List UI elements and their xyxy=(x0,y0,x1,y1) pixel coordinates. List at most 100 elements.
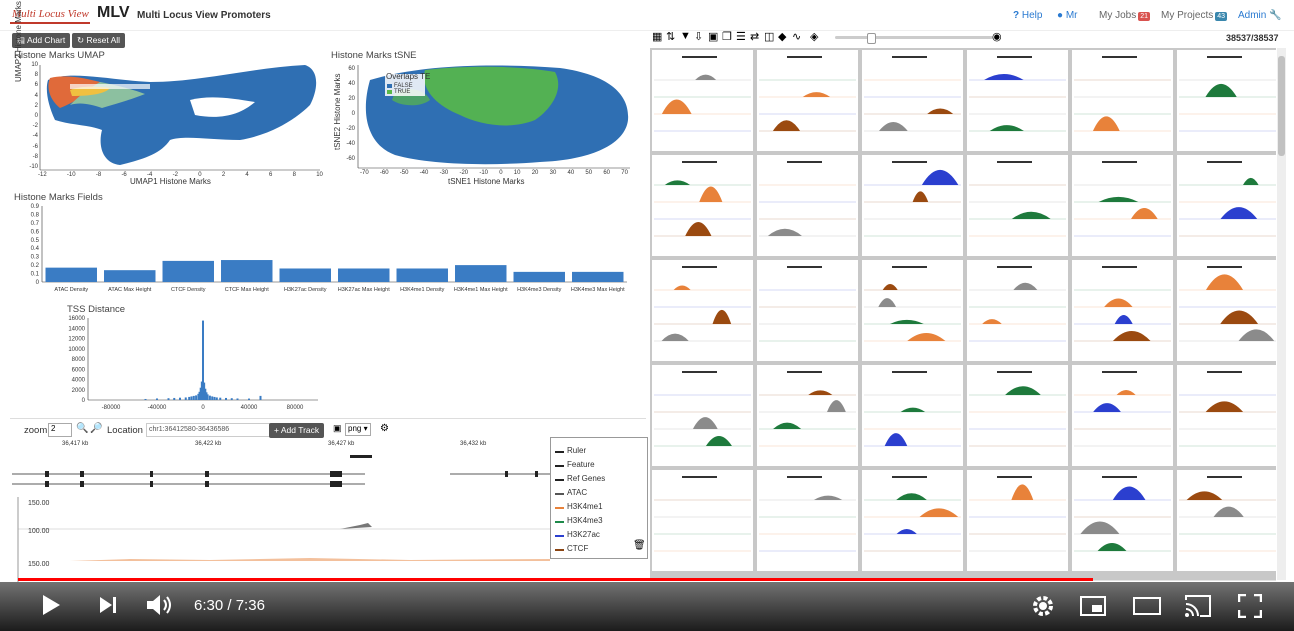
my-jobs-count: 21 xyxy=(1138,12,1151,21)
grid-thumbnail[interactable] xyxy=(862,260,963,361)
y-tick-label: 0.6 xyxy=(31,229,40,235)
grid-thumbnail[interactable] xyxy=(1177,155,1278,256)
umap-xlabel: UMAP1 Histone Marks xyxy=(130,177,211,186)
legend-item[interactable]: Ref Genes xyxy=(567,474,605,483)
grid-thumbnail[interactable] xyxy=(967,470,1068,571)
user-menu[interactable]: ● Mr xyxy=(1057,10,1078,21)
sort-icon[interactable]: ⇅ xyxy=(666,30,675,43)
palette-small-icon[interactable]: ◈ xyxy=(810,30,818,43)
grid-thumbnail[interactable] xyxy=(1072,50,1173,151)
grid-thumbnail[interactable] xyxy=(757,50,858,151)
filter-icon[interactable]: ▼ xyxy=(680,30,691,42)
legend-item[interactable]: H3K4me3 xyxy=(567,516,603,525)
add-track-button[interactable]: + Add Track xyxy=(269,423,325,438)
grid-thumbnail[interactable] xyxy=(862,50,963,151)
umap-scatter-plot[interactable] xyxy=(10,60,325,190)
grid-scrollbar[interactable] xyxy=(1277,48,1286,580)
fields-bar-chart[interactable]: 0.9 0.8 0.7 0.6 0.5 0.4 0.3 0.2 0.1 0 ATAC Density… xyxy=(10,200,635,300)
legend-item[interactable]: H3K4me1 xyxy=(567,502,603,511)
theater-mode-icon[interactable] xyxy=(1133,597,1161,620)
settings-gear-icon[interactable] xyxy=(1031,594,1055,623)
tss-histogram[interactable]: 16000 14000 12000 10000 8000 6000 4000 2000 0 -80… xyxy=(60,314,330,414)
tag-icon[interactable]: ◆ xyxy=(778,30,786,43)
tick-label: 0 xyxy=(198,172,202,178)
grid-thumbnail[interactable] xyxy=(967,50,1068,151)
browser-tracks[interactable] xyxy=(10,447,555,582)
grid-thumbnail[interactable] xyxy=(1072,260,1173,361)
settings-icon[interactable]: ⚙ xyxy=(380,423,389,434)
my-projects-link[interactable]: My Projects 43 xyxy=(1161,10,1228,21)
fullscreen-icon[interactable] xyxy=(1237,593,1263,623)
tsne-xlabel: tSNE1 Histone Marks xyxy=(448,177,525,186)
columns-icon[interactable]: ◫ xyxy=(764,30,774,43)
grid-thumbnail[interactable] xyxy=(1177,365,1278,466)
my-jobs-link[interactable]: My Jobs 21 xyxy=(1099,10,1151,21)
slider-handle[interactable] xyxy=(867,33,876,44)
grid-thumbnail[interactable] xyxy=(652,50,753,151)
grid-thumbnail[interactable] xyxy=(862,155,963,256)
grid-thumbnail[interactable] xyxy=(1177,260,1278,361)
grid-thumbnail[interactable] xyxy=(1177,50,1278,151)
thumbnail-tracks xyxy=(864,476,961,552)
trash-icon[interactable]: 🗑 xyxy=(633,540,646,551)
zoom-in-icon[interactable]: 🔍 xyxy=(76,423,88,434)
copy-icon[interactable]: ❐ xyxy=(722,30,732,43)
grid-thumbnail[interactable] xyxy=(1072,155,1173,256)
grid-thumbnail[interactable] xyxy=(1177,470,1278,571)
reset-all-button[interactable]: ↻ Reset All xyxy=(72,33,126,48)
thumbnail-peak xyxy=(882,284,898,290)
size-slider[interactable] xyxy=(835,33,993,44)
thumbnail-peak xyxy=(984,73,1024,80)
bar xyxy=(572,271,624,282)
format-select[interactable]: png ▾ xyxy=(345,423,371,436)
bar xyxy=(396,268,448,282)
next-icon[interactable] xyxy=(98,596,118,619)
grid-thumbnail[interactable] xyxy=(1072,365,1173,466)
grid-thumbnail[interactable] xyxy=(862,365,963,466)
thumbnail-tracks xyxy=(969,56,1066,132)
tsne-scatter-plot[interactable] xyxy=(340,60,635,175)
help-link[interactable]: ? Help xyxy=(1013,10,1042,21)
legend-item[interactable]: ATAC xyxy=(567,488,587,497)
grid-thumbnail[interactable] xyxy=(652,155,753,256)
admin-link[interactable]: Admin 🔧 xyxy=(1238,10,1282,21)
grid-thumbnail[interactable] xyxy=(757,365,858,466)
grid-thumbnail[interactable] xyxy=(757,470,858,571)
miniplayer-icon[interactable] xyxy=(1080,596,1106,621)
grid-thumbnail[interactable] xyxy=(1072,470,1173,571)
tick-label: 4 xyxy=(245,172,249,178)
y-tick-label: 0.7 xyxy=(31,221,40,227)
legend-item[interactable]: Feature xyxy=(567,460,595,469)
location-input[interactable]: chr1:36412580-36436586 xyxy=(146,423,270,437)
legend-item[interactable]: Ruler xyxy=(567,446,586,455)
grid-thumbnail[interactable] xyxy=(967,260,1068,361)
scrollbar-thumb[interactable] xyxy=(1278,56,1285,156)
swap-icon[interactable]: ⇄ xyxy=(750,30,759,43)
zoom-out-icon[interactable]: 🔎 xyxy=(90,423,102,434)
grid-thumbnail[interactable] xyxy=(862,470,963,571)
grid-thumbnail[interactable] xyxy=(757,155,858,256)
zoom-input[interactable]: 2 xyxy=(48,423,72,437)
download-icon[interactable]: ⇩ xyxy=(694,30,703,43)
grid-thumbnail[interactable] xyxy=(652,470,753,571)
play-icon[interactable] xyxy=(40,594,62,621)
grid-thumbnail[interactable] xyxy=(652,260,753,361)
thumbnail-peak xyxy=(673,285,691,290)
image-export-icon[interactable]: ▣ xyxy=(708,30,718,43)
table-icon[interactable]: ▦ xyxy=(652,30,662,43)
chart-line-icon[interactable]: ∿ xyxy=(792,30,801,43)
list-icon[interactable]: ☰ xyxy=(736,30,746,43)
grid-thumbnail[interactable] xyxy=(967,155,1068,256)
x-tick-label: H3K4me3 Density xyxy=(517,287,562,293)
legend-item[interactable]: CTCF xyxy=(567,544,588,553)
tsne-legend-title: Overlaps TE xyxy=(386,72,431,81)
grid-thumbnail[interactable] xyxy=(757,260,858,361)
grid-thumbnail[interactable] xyxy=(652,365,753,466)
cast-icon[interactable] xyxy=(1184,594,1212,623)
thumbnail-ruler xyxy=(997,56,1032,58)
legend-item[interactable]: H3K27ac xyxy=(567,530,600,539)
palette-icon[interactable]: ◉ xyxy=(992,30,1002,43)
thumbnail-tracks xyxy=(1074,161,1171,237)
grid-thumbnail[interactable] xyxy=(967,365,1068,466)
volume-icon[interactable] xyxy=(145,593,175,622)
